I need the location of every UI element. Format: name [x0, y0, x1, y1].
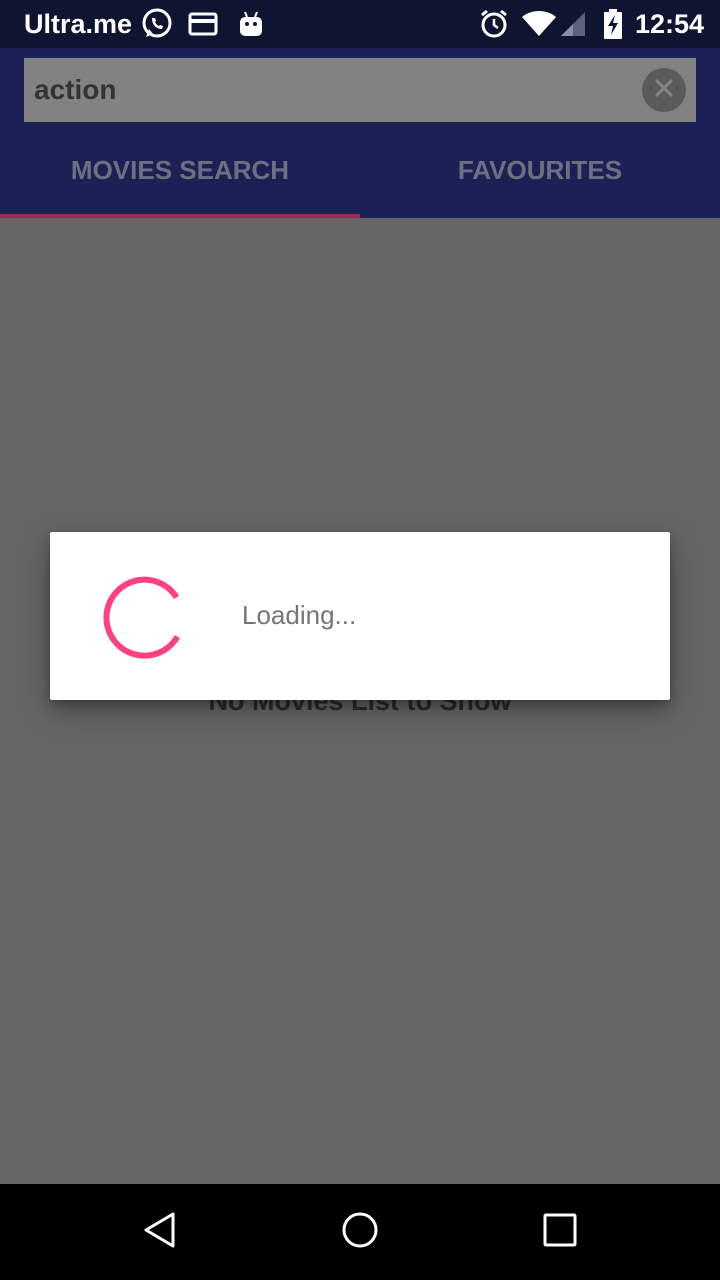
wifi-icon — [521, 10, 557, 38]
clock: 12:54 — [634, 8, 704, 39]
status-bar: Ultra.me 12:54 — [0, 0, 720, 48]
back-button[interactable] — [136, 1208, 184, 1256]
clear-search-button[interactable] — [642, 68, 686, 112]
navigation-bar — [0, 1184, 720, 1280]
progress-spinner-icon — [103, 576, 180, 659]
close-icon — [652, 76, 676, 105]
back-icon — [140, 1210, 180, 1255]
search-input[interactable]: action — [24, 58, 696, 122]
tab-favourites[interactable]: FAVOURITES — [360, 122, 720, 218]
home-button[interactable] — [336, 1208, 384, 1256]
content-area: No Movies List to Show — [0, 218, 720, 1184]
tab-bar: MOVIES SEARCH FAVOURITES — [0, 122, 720, 218]
carrier-name: Ultra.me — [24, 8, 133, 39]
tab-label: FAVOURITES — [457, 154, 623, 185]
loading-text: Loading... — [242, 600, 357, 630]
signal-icon — [559, 10, 587, 38]
recents-button[interactable] — [536, 1208, 584, 1256]
android-icon — [238, 10, 264, 38]
tab-movies-search[interactable]: MOVIES SEARCH — [0, 122, 360, 218]
tab-label: MOVIES SEARCH — [70, 154, 290, 185]
whatsapp-icon — [140, 7, 174, 41]
card-icon — [188, 12, 218, 36]
loading-dialog: Loading... — [50, 532, 670, 700]
recents-icon — [540, 1210, 580, 1255]
app-bar: action MOVIES SEARCH FAVOURITES — [0, 48, 720, 218]
search-query-text: action — [34, 74, 117, 105]
battery-charging-icon — [603, 9, 623, 39]
home-icon — [340, 1210, 380, 1255]
alarm-icon — [479, 9, 509, 39]
